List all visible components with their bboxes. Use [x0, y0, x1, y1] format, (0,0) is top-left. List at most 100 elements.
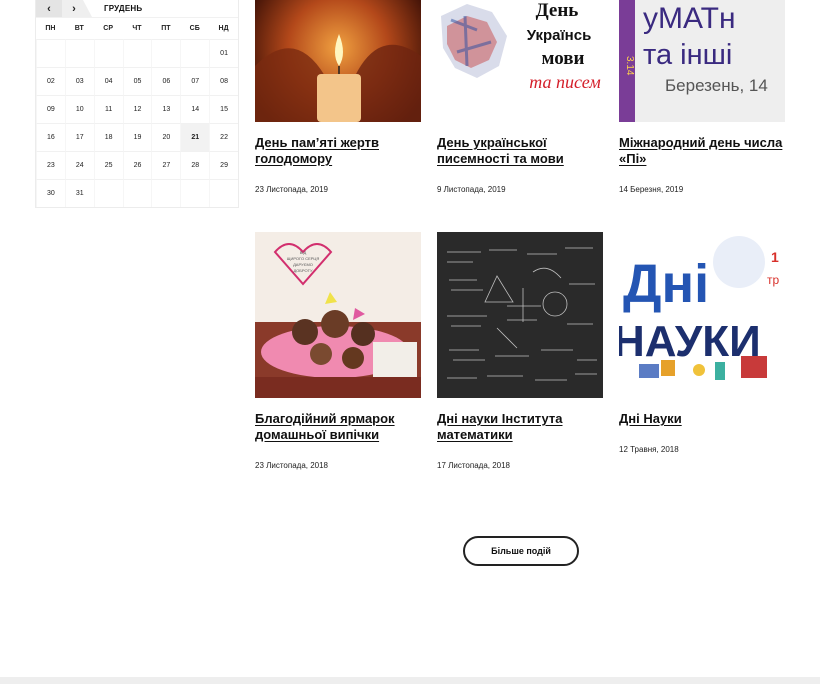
event-card: День пам’яті жертв голодомору 23 Листопа…: [255, 0, 421, 194]
event-card: Дні науки Інститута математики 17 Листоп…: [437, 232, 603, 470]
footer-divider: [0, 677, 820, 684]
event-image-link[interactable]: ВІД ЩИРОГО СЕРЦЯ ДАРУЄМО ДОБРОТУ: [255, 232, 421, 398]
prev-month-button[interactable]: ‹: [36, 0, 62, 17]
poster-text: ДАРУЄМО: [293, 262, 313, 267]
calendar-day[interactable]: 02: [36, 67, 65, 95]
calendar-grid: ПН ВТ СР ЧТ ПТ СБ НД 01 02 03 04 05 06 07 08 09 10 11 12 13…: [36, 17, 238, 207]
calendar-header: ‹ › ГРУДЕНЬ: [36, 0, 238, 17]
calendar-day[interactable]: 07: [180, 67, 210, 95]
calendar-day[interactable]: 22: [209, 123, 238, 151]
poster-text: ЩИРОГО СЕРЦЯ: [287, 256, 320, 261]
calendar-empty-cell: [180, 39, 210, 67]
calendar-day[interactable]: 10: [64, 95, 94, 123]
event-date: 12 Травня, 2018: [619, 445, 679, 454]
poster-text: Березень, 14: [665, 76, 768, 95]
event-title-link[interactable]: День української писемності та мови: [437, 135, 603, 167]
event-date: 9 Листопада, 2019: [437, 185, 506, 194]
calendar-day[interactable]: 28: [180, 151, 210, 179]
event-image-link[interactable]: День Українсь мови та писем Укр: [437, 0, 603, 122]
poster-text: День: [536, 0, 579, 21]
next-month-button[interactable]: ›: [62, 0, 92, 17]
calendar-empty-cell: [93, 39, 123, 67]
poster-text: та писем: [529, 72, 601, 92]
poster-text: тр: [767, 273, 779, 287]
chevron-left-icon: ‹: [47, 2, 51, 15]
event-image-link[interactable]: Дні НАУКИ 1 тр: [619, 232, 785, 398]
calendar-day[interactable]: 29: [209, 151, 238, 179]
chevron-right-icon: ›: [72, 2, 76, 15]
poster-text: уМАТн: [643, 2, 736, 35]
poster-text: НАУКИ: [619, 317, 761, 366]
calendar-empty-cell: [64, 39, 94, 67]
event-title-link[interactable]: Благодійний ярмарок домашньої випічки: [255, 411, 421, 443]
calendar-day[interactable]: 13: [151, 95, 181, 123]
event-image-link[interactable]: 3.14 уМАТн та інші Березень, 14: [619, 0, 785, 122]
calendar-month-label: ГРУДЕНЬ: [104, 4, 143, 13]
chalkboard-image: [437, 232, 603, 398]
calendar-day[interactable]: 25: [93, 151, 123, 179]
calendar-day[interactable]: 05: [122, 67, 152, 95]
calendar-empty-cell: [122, 179, 152, 207]
calendar-day[interactable]: 03: [64, 67, 94, 95]
calendar-day[interactable]: 18: [93, 123, 123, 151]
calendar-day[interactable]: 23: [36, 151, 65, 179]
calendar-empty-cell: [93, 179, 123, 207]
calendar-day[interactable]: 21: [180, 123, 210, 151]
calendar-day[interactable]: 11: [93, 95, 123, 123]
weekday-header: СБ: [180, 17, 210, 39]
poster-text: Дні: [623, 254, 709, 314]
calendar-day[interactable]: 08: [209, 67, 238, 95]
candle-image: [255, 0, 421, 122]
event-date: 23 Листопада, 2018: [255, 461, 329, 470]
calendar-empty-cell: [209, 179, 238, 207]
weekday-header: НД: [209, 17, 238, 39]
calendar-empty-cell: [180, 179, 210, 207]
event-title-link[interactable]: Дні науки Інститута математики: [437, 411, 603, 443]
event-title-link[interactable]: Дні Науки: [619, 411, 785, 427]
event-card: 3.14 уМАТн та інші Березень, 14 Міжнарод…: [619, 0, 785, 194]
calendar-empty-cell: [151, 39, 181, 67]
calendar-day[interactable]: 12: [122, 95, 152, 123]
event-image-link[interactable]: [255, 0, 421, 122]
calendar-day[interactable]: 17: [64, 123, 94, 151]
calendar-day[interactable]: 14: [180, 95, 210, 123]
weekday-header: ПТ: [151, 17, 181, 39]
calendar-day[interactable]: 20: [151, 123, 181, 151]
weekday-header: ЧТ: [122, 17, 152, 39]
calendar-empty-cell: [151, 179, 181, 207]
event-title-link[interactable]: День пам’яті жертв голодомору: [255, 135, 421, 167]
poster-text: ВІД: [300, 250, 307, 255]
weekday-header: СР: [93, 17, 123, 39]
poster-text: 1: [771, 249, 779, 265]
calendar-day[interactable]: 19: [122, 123, 152, 151]
calendar-nav: ‹ ›: [36, 0, 92, 17]
event-date: 14 Березня, 2019: [619, 185, 684, 194]
science-days-poster-image: Дні НАУКИ 1 тр: [619, 232, 785, 398]
calendar-day[interactable]: 31: [64, 179, 94, 207]
calendar-day[interactable]: 27: [151, 151, 181, 179]
calendar-day[interactable]: 30: [36, 179, 65, 207]
calendar-day[interactable]: 24: [64, 151, 94, 179]
calendar-day[interactable]: 16: [36, 123, 65, 151]
event-title-link[interactable]: Міжнародний день числа «Пі»: [619, 135, 785, 167]
event-card: ВІД ЩИРОГО СЕРЦЯ ДАРУЄМО ДОБРОТУ Благоді…: [255, 232, 421, 470]
calendar-day[interactable]: 06: [151, 67, 181, 95]
calendar-day[interactable]: 26: [122, 151, 152, 179]
poster-text: та інші: [643, 39, 732, 71]
event-card: День Українсь мови та писем Укр День укр…: [437, 0, 603, 194]
calendar-day[interactable]: 15: [209, 95, 238, 123]
event-image-link[interactable]: [437, 232, 603, 398]
more-events-button[interactable]: Більше подій: [463, 536, 579, 566]
calendar-day[interactable]: 09: [36, 95, 65, 123]
calendar-day[interactable]: 01: [209, 39, 238, 67]
poster-text: 3.14: [624, 56, 635, 76]
poster-text: ДОБРОТУ: [293, 268, 313, 273]
poster-text: Українсь: [527, 27, 592, 44]
calendar-empty-cell: [36, 39, 65, 67]
pi-day-poster-image: 3.14 уМАТн та інші Березень, 14: [619, 0, 785, 122]
ukrainian-language-poster-image: День Українсь мови та писем Укр: [437, 0, 603, 122]
calendar-day[interactable]: 04: [93, 67, 123, 95]
events-calendar: ‹ › ГРУДЕНЬ ПН ВТ СР ЧТ ПТ СБ НД 01 02 03 04 05 06 07…: [35, 0, 239, 208]
weekday-header: ВТ: [64, 17, 94, 39]
weekday-header: ПН: [36, 17, 65, 39]
